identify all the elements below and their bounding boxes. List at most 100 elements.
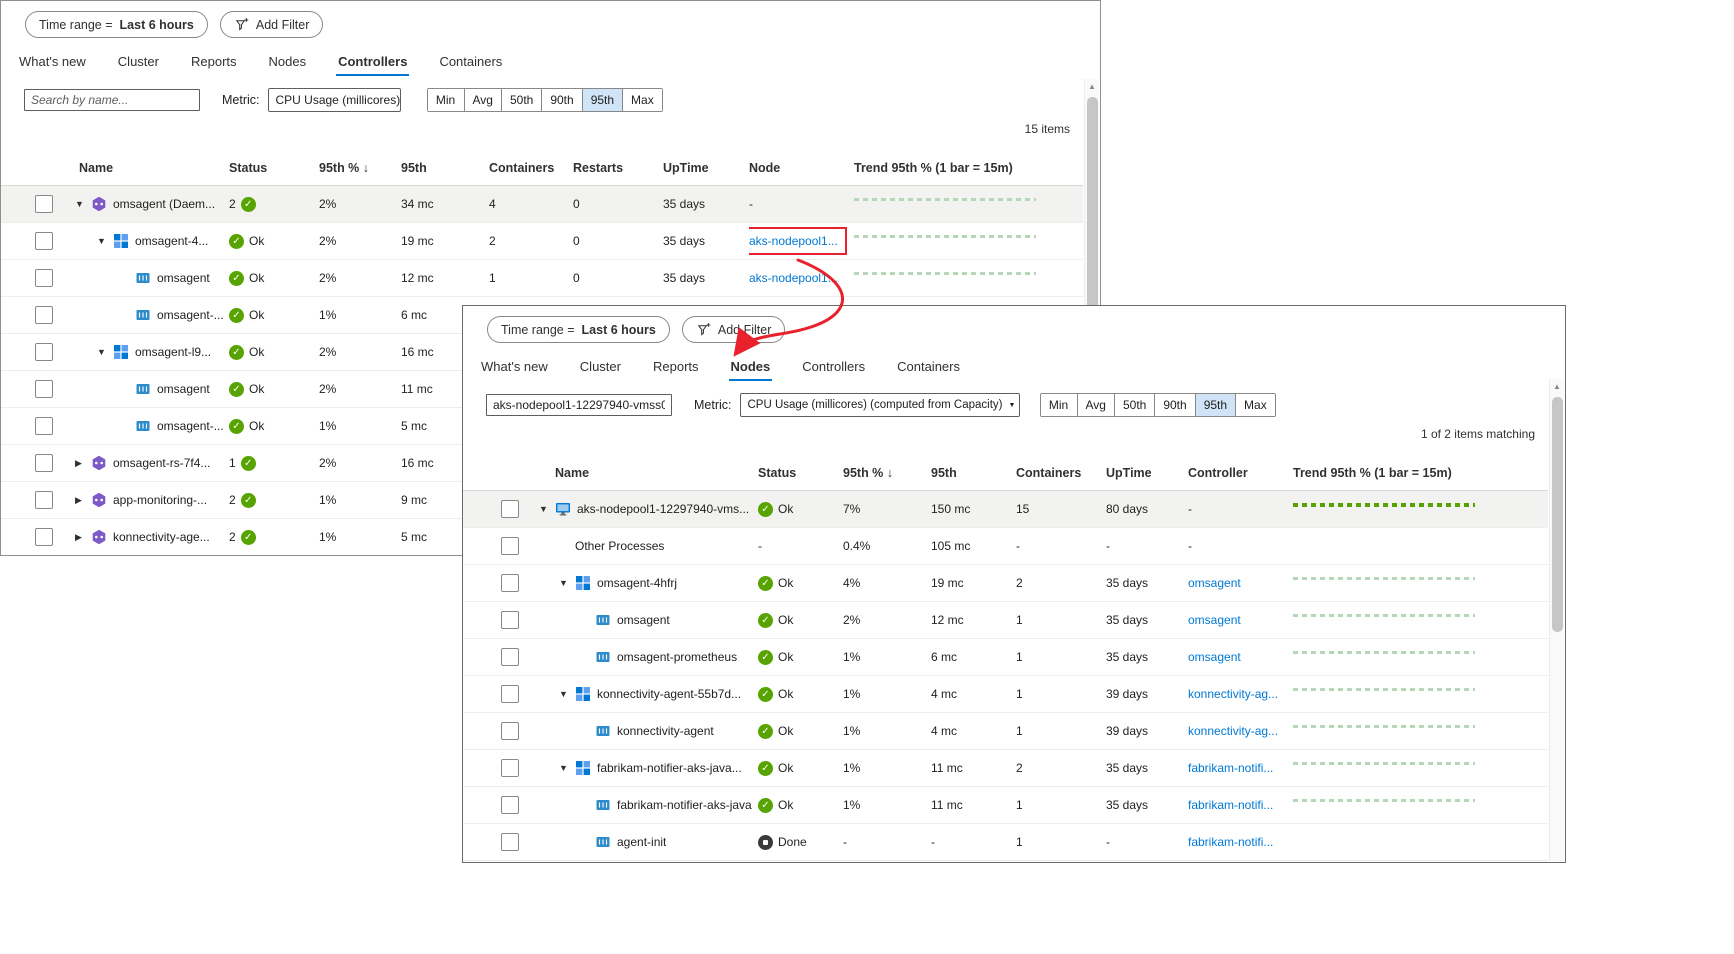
percentile-90th-button[interactable]: 90th [541,89,581,111]
add-filter-button[interactable]: Add Filter [220,11,324,38]
collapse-row-icon[interactable]: ▼ [559,689,575,699]
row-name: omsagent [157,271,210,285]
node-link[interactable]: aks-nodepool1... [749,227,847,255]
column-header-p95pct[interactable]: 95th % ↓ [843,466,931,480]
row-checkbox[interactable] [501,759,519,777]
controller-link[interactable]: fabrikam-notifi... [1188,798,1273,812]
row-checkbox[interactable] [35,380,53,398]
tab-nodes[interactable]: Nodes [267,52,309,76]
row-checkbox[interactable] [501,796,519,814]
metric-dropdown[interactable]: CPU Usage (millicores) ▼ [268,88,401,112]
status-cell: 2✓ [229,493,319,508]
row-checkbox[interactable] [501,500,519,518]
scroll-up-icon[interactable]: ▲ [1085,79,1099,94]
controller-link[interactable]: omsagent [1188,576,1241,590]
row-checkbox[interactable] [35,306,53,324]
tab-reports[interactable]: Reports [189,52,239,76]
percentile-95th-button[interactable]: 95th [582,89,622,111]
expand-row-icon[interactable]: ▶ [75,532,91,543]
row-checkbox[interactable] [35,343,53,361]
search-input[interactable] [486,394,672,416]
column-header-p95[interactable]: 95th [931,466,1016,480]
column-header-p95pct[interactable]: 95th % ↓ [319,161,401,175]
scroll-up-icon[interactable]: ▲ [1550,379,1564,394]
tab-cluster[interactable]: Cluster [578,357,623,381]
row-checkbox[interactable] [35,232,53,250]
collapse-row-icon[interactable]: ▼ [539,504,555,514]
scrollbar-thumb[interactable] [1552,397,1563,632]
column-header-containers[interactable]: Containers [1016,466,1106,480]
controller-link[interactable]: omsagent [1188,613,1241,627]
column-header-p95[interactable]: 95th [401,161,489,175]
collapse-row-icon[interactable]: ▼ [97,236,113,246]
column-header-containers[interactable]: Containers [489,161,573,175]
row-checkbox[interactable] [35,195,53,213]
percentile-min-button[interactable]: Min [428,89,464,111]
expand-row-icon[interactable]: ▶ [75,495,91,506]
percentile-max-button[interactable]: Max [1235,394,1275,416]
row-checkbox[interactable] [501,537,519,555]
column-header-trend[interactable]: Trend 95th % (1 bar = 15m) [1293,466,1548,480]
row-checkbox[interactable] [501,574,519,592]
tab-nodes[interactable]: Nodes [729,357,773,381]
tab-controllers[interactable]: Controllers [800,357,867,381]
row-checkbox[interactable] [501,685,519,703]
row-checkbox[interactable] [501,611,519,629]
header-row: NameStatus95th % ↓95thContainersRestarts… [1,150,1083,186]
column-header-trend[interactable]: Trend 95th % (1 bar = 15m) [854,161,1083,175]
controller-link[interactable]: fabrikam-notifi... [1188,835,1273,849]
row-checkbox[interactable] [501,722,519,740]
column-header-controller[interactable]: Controller [1188,466,1293,480]
tab-whats-new[interactable]: What's new [17,52,88,76]
controller-link[interactable]: omsagent [1188,650,1241,664]
metric-dropdown[interactable]: CPU Usage (millicores) (computed from Ca… [740,393,1020,417]
column-header-node[interactable]: Node [749,161,854,175]
percentile-avg-button[interactable]: Avg [1077,394,1114,416]
percentile-min-button[interactable]: Min [1041,394,1077,416]
row-checkbox[interactable] [35,454,53,472]
tab-whats-new[interactable]: What's new [479,357,550,381]
tab-cluster[interactable]: Cluster [116,52,161,76]
controller-link[interactable]: konnectivity-ag... [1188,724,1278,738]
filter-toolbar: Time range = Last 6 hours Add Filter [1,1,1100,38]
percentile-avg-button[interactable]: Avg [464,89,501,111]
column-header-uptime[interactable]: UpTime [1106,466,1188,480]
controller-link[interactable]: konnectivity-ag... [1188,687,1278,701]
status-text: Ok [778,650,793,664]
collapse-row-icon[interactable]: ▼ [559,578,575,588]
collapse-row-icon[interactable]: ▼ [97,347,113,357]
controller-link[interactable]: fabrikam-notifi... [1188,761,1273,775]
row-checkbox[interactable] [35,528,53,546]
add-filter-button[interactable]: Add Filter [682,316,786,343]
percentile-50th-button[interactable]: 50th [1114,394,1154,416]
search-input[interactable] [24,89,200,111]
column-header-status[interactable]: Status [758,466,843,480]
tab-containers[interactable]: Containers [437,52,504,76]
nodes-view-window: Time range = Last 6 hours Add Filter Wha… [462,305,1566,863]
time-range-pill[interactable]: Time range = Last 6 hours [487,316,670,343]
percentile-90th-button[interactable]: 90th [1154,394,1194,416]
node-link[interactable]: aks-nodepool1... [749,271,838,285]
row-checkbox[interactable] [501,833,519,851]
percentile-max-button[interactable]: Max [622,89,662,111]
column-header-status[interactable]: Status [229,161,319,175]
collapse-row-icon[interactable]: ▼ [559,763,575,773]
row-checkbox[interactable] [35,269,53,287]
row-checkbox[interactable] [501,648,519,666]
column-header-restarts[interactable]: Restarts [573,161,663,175]
row-checkbox[interactable] [35,417,53,435]
time-range-pill[interactable]: Time range = Last 6 hours [25,11,208,38]
percentile-95th-button[interactable]: 95th [1195,394,1235,416]
tab-reports[interactable]: Reports [651,357,701,381]
tab-containers[interactable]: Containers [895,357,962,381]
tab-controllers[interactable]: Controllers [336,52,409,76]
row-checkbox[interactable] [35,491,53,509]
cell-p95pct: 2% [319,197,401,211]
column-header-uptime[interactable]: UpTime [663,161,749,175]
scrollbar-thumb[interactable] [1087,97,1098,312]
percentile-50th-button[interactable]: 50th [501,89,541,111]
expand-row-icon[interactable]: ▶ [75,458,91,469]
column-header-name[interactable]: Name [57,161,229,175]
column-header-name[interactable]: Name [535,466,758,480]
collapse-row-icon[interactable]: ▼ [75,199,91,209]
